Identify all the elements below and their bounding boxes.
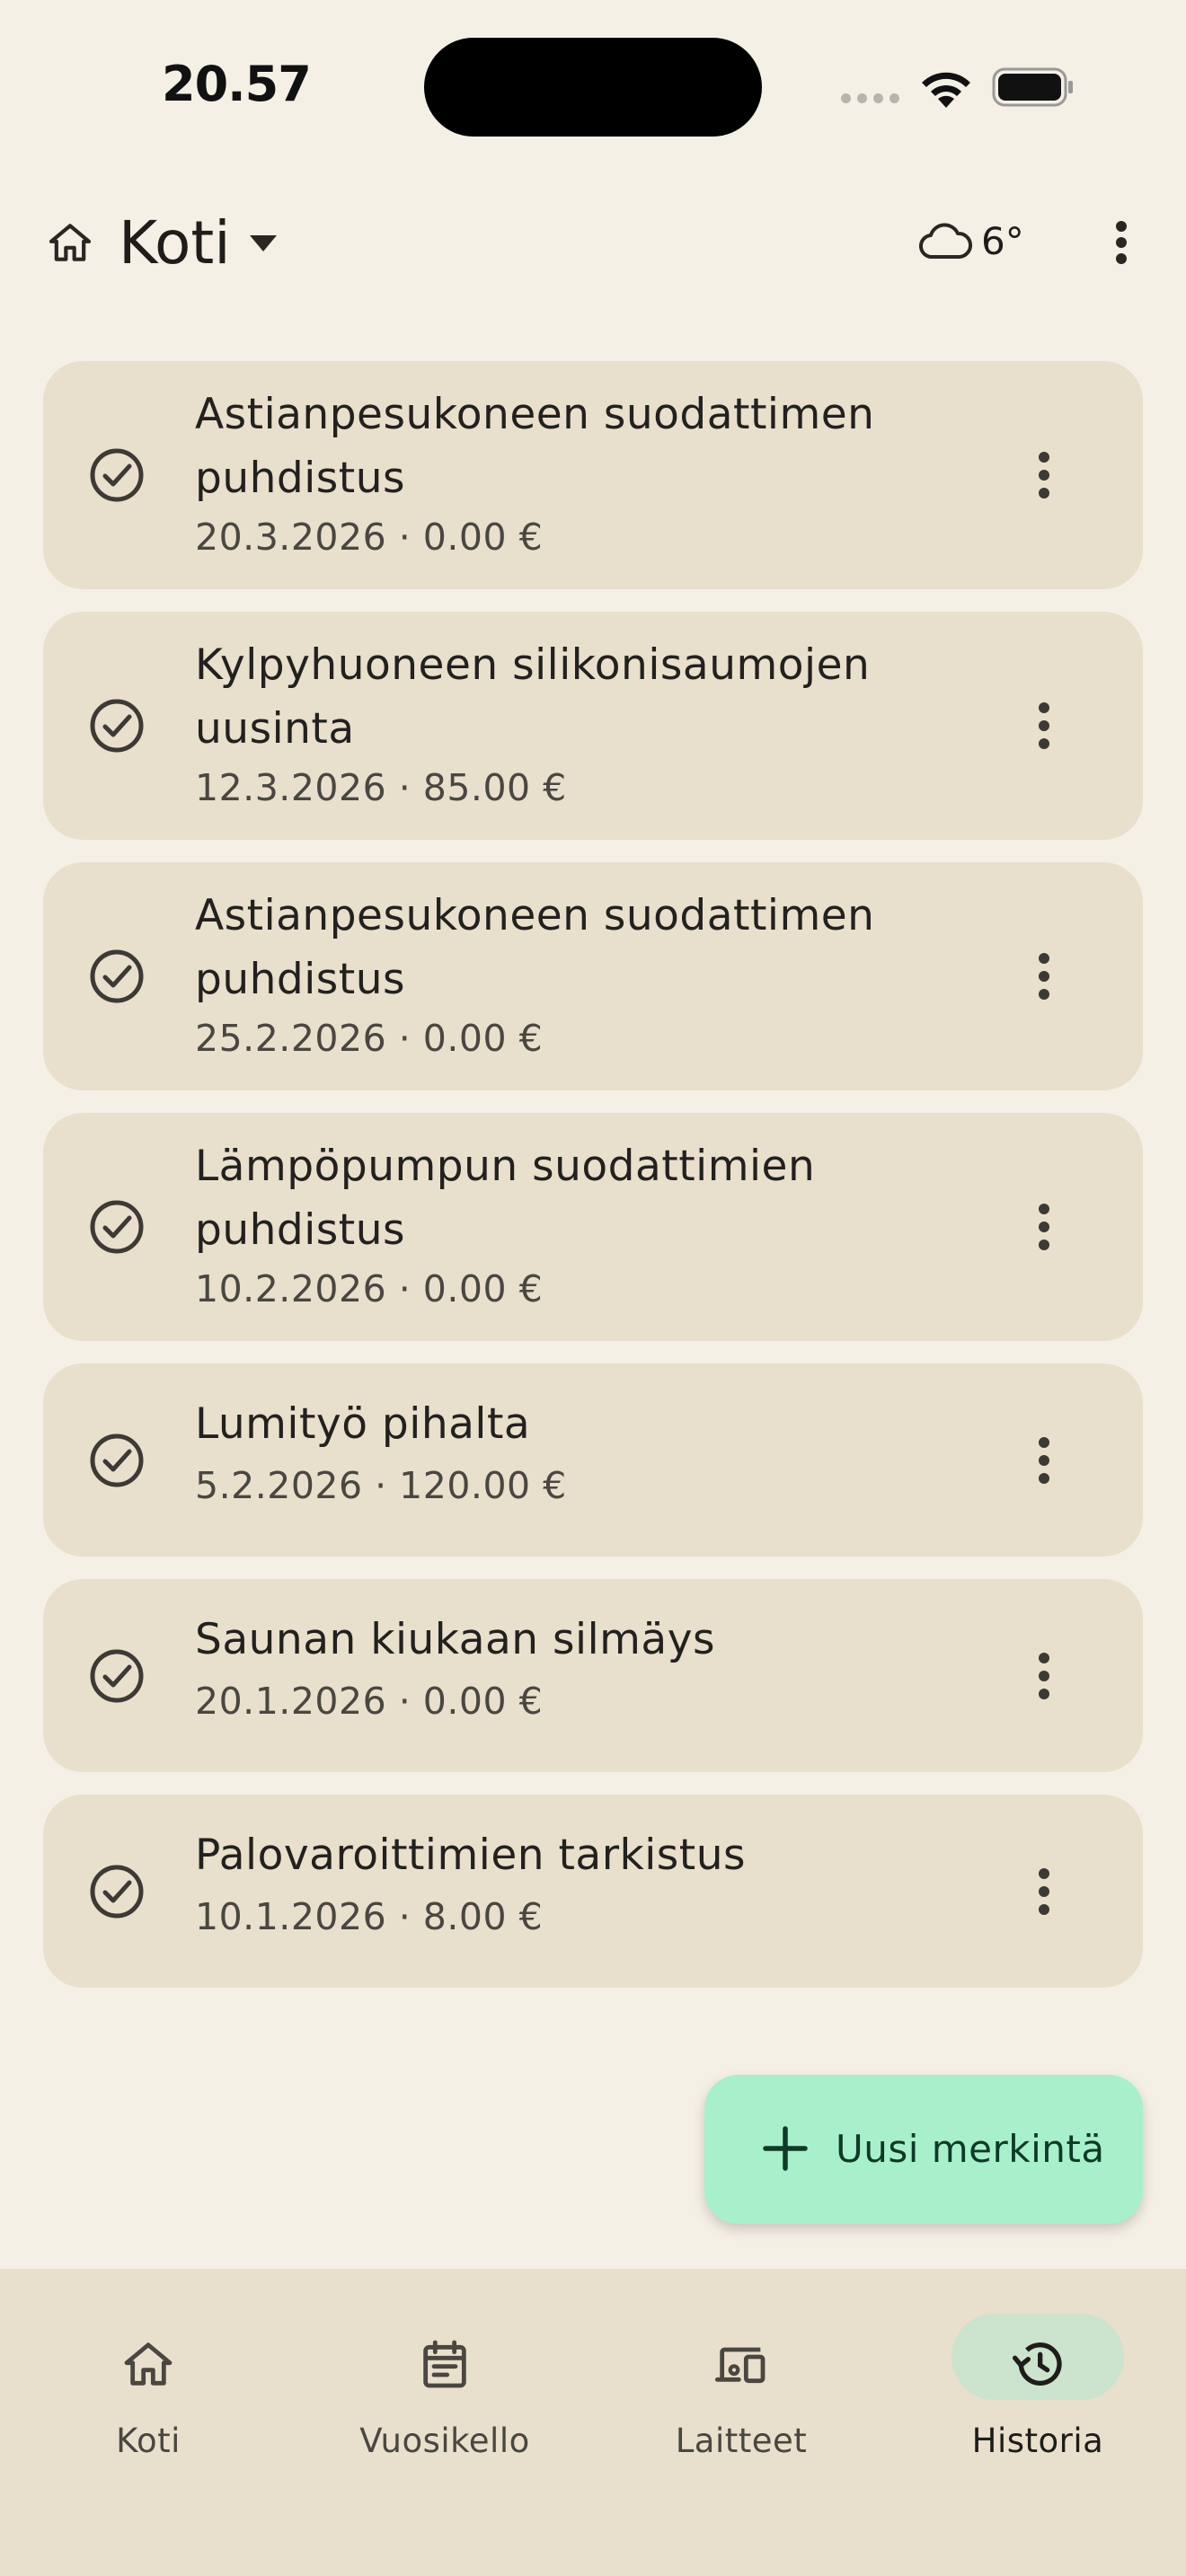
more-vert-icon[interactable]: [1026, 1863, 1062, 1920]
entry-title: Astianpesukoneen suodattimen puhdistus: [195, 891, 875, 1004]
nav-label: Vuosikello: [359, 2422, 530, 2460]
check-circle-icon: [90, 1200, 144, 1254]
entry-meta: 20.1.2026 · 0.00 €: [195, 1680, 544, 1723]
entry-title: Astianpesukoneen suodattimen puhdistus: [195, 390, 875, 503]
check-circle-icon: [90, 699, 144, 753]
entry-meta: 10.2.2026 · 0.00 €: [195, 1267, 544, 1310]
entry-title: Saunan kiukaan silmäys: [195, 1615, 716, 1664]
devices-icon: [714, 2347, 766, 2384]
new-entry-button[interactable]: Uusi merkintä: [704, 2075, 1143, 2224]
entry-meta: 5.2.2026 · 120.00 €: [195, 1464, 567, 1507]
more-vert-icon[interactable]: [1026, 1647, 1062, 1705]
page-title[interactable]: Koti: [119, 208, 231, 278]
status-time: 20.57: [162, 56, 312, 112]
check-circle-icon: [90, 1865, 144, 1919]
new-entry-label: Uusi merkintä: [836, 2127, 1105, 2171]
more-vert-icon[interactable]: [1026, 1432, 1062, 1489]
dynamic-island: [424, 38, 762, 137]
nav-item-laitteet[interactable]: Laitteet: [593, 2314, 890, 2466]
more-vert-icon[interactable]: [1026, 948, 1062, 1005]
nav-item-historia[interactable]: Historia: [890, 2314, 1186, 2466]
battery-icon: [992, 67, 1073, 107]
home-icon: [124, 2342, 173, 2386]
more-vert-icon[interactable]: [1026, 697, 1062, 754]
entry-title: Palovaroittimien tarkistus: [195, 1831, 746, 1880]
wifi-icon: [922, 72, 970, 108]
home-icon[interactable]: [45, 217, 95, 268]
list-item[interactable]: Saunan kiukaan silmäys 20.1.2026 · 0.00 …: [43, 1579, 1143, 1772]
bottom-navigation: Koti Vuosikello Laitteet Historia: [0, 2269, 1186, 2576]
list-item[interactable]: Astianpesukoneen suodattimen puhdistus 2…: [43, 862, 1143, 1090]
entry-title: Kylpyhuoneen silikonisaumojen uusinta: [195, 640, 871, 754]
check-circle-icon: [90, 448, 144, 502]
calendar-icon: [423, 2340, 466, 2388]
list-item[interactable]: Lumityö pihalta 5.2.2026 · 120.00 €: [43, 1363, 1143, 1557]
list-item[interactable]: Kylpyhuoneen silikonisaumojen uusinta 12…: [43, 612, 1143, 840]
more-vert-icon[interactable]: [1026, 446, 1062, 504]
entry-meta: 10.1.2026 · 8.00 €: [195, 1895, 544, 1938]
history-icon: [1013, 2342, 1062, 2386]
entry-title: Lämpöpumpun suodattimien puhdistus: [195, 1142, 816, 1255]
check-circle-icon: [90, 1649, 144, 1703]
check-circle-icon: [90, 949, 144, 1003]
weather-temperature: 6°: [981, 219, 1024, 263]
nav-label: Laitteet: [675, 2422, 808, 2460]
list-item[interactable]: Palovaroittimien tarkistus 10.1.2026 · 8…: [43, 1795, 1143, 1988]
nav-item-koti[interactable]: Koti: [0, 2314, 296, 2466]
more-vert-icon[interactable]: [1102, 217, 1141, 268]
nav-label: Koti: [116, 2422, 181, 2460]
plus-icon: [763, 2126, 808, 2171]
nav-item-vuosikello[interactable]: Vuosikello: [296, 2314, 593, 2466]
list-item[interactable]: Astianpesukoneen suodattimen puhdistus 2…: [43, 361, 1143, 589]
more-vert-icon[interactable]: [1026, 1198, 1062, 1256]
nav-label: Historia: [971, 2422, 1104, 2460]
entry-meta: 20.3.2026 · 0.00 €: [195, 516, 544, 559]
entry-meta: 25.2.2026 · 0.00 €: [195, 1017, 544, 1060]
list-item[interactable]: Lämpöpumpun suodattimien puhdistus 10.2.…: [43, 1113, 1143, 1341]
cloud-icon: [919, 223, 972, 260]
entry-meta: 12.3.2026 · 85.00 €: [195, 766, 567, 809]
check-circle-icon: [90, 1434, 144, 1487]
entry-title: Lumityö pihalta: [195, 1399, 531, 1449]
cellular-signal-icon: [841, 93, 899, 103]
caret-down-icon[interactable]: [246, 232, 280, 255]
